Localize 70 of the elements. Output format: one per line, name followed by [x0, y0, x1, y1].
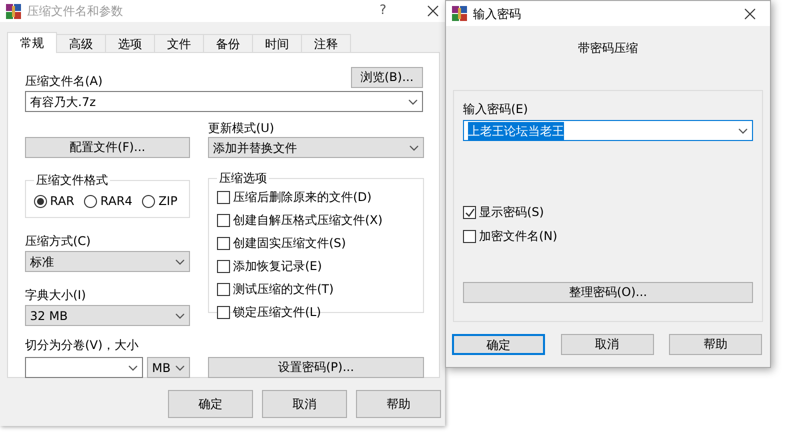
set-password-button[interactable]: 设置密码(P)...	[208, 357, 424, 378]
update-mode-dropdown[interactable]: 添加并替换文件	[208, 137, 424, 158]
chevron-down-icon	[128, 364, 138, 370]
checkbox-label: 创建自解压格式压缩文件(X)	[233, 212, 383, 229]
browse-button[interactable]: 浏览(B)...	[351, 67, 423, 88]
field-label: 输入密码(E)	[463, 102, 529, 116]
radio-button[interactable]	[34, 194, 47, 208]
group-title: 压缩文件格式	[34, 173, 110, 187]
dialog-button[interactable]: 帮助	[669, 334, 762, 355]
tab[interactable]: 备份	[203, 34, 253, 52]
compression-method-dropdown[interactable]: 标准	[25, 251, 190, 272]
tab[interactable]: 选项	[105, 34, 155, 52]
tab[interactable]: 时间	[252, 34, 302, 52]
checkbox-label: 创建固实压缩文件(S)	[233, 235, 346, 252]
dialog-button[interactable]: 确定	[452, 334, 545, 355]
dialog-button[interactable]: 确定	[168, 390, 253, 418]
chevron-down-icon	[408, 98, 418, 104]
checkbox[interactable]	[463, 206, 476, 218]
checkbox[interactable]	[217, 260, 230, 272]
chevron-down-icon	[175, 312, 185, 318]
dialog-button[interactable]: 帮助	[356, 390, 441, 418]
unit-dropdown[interactable]: MB	[147, 357, 190, 378]
chevron-down-icon	[409, 144, 419, 150]
checkbox-label: 锁定压缩文件(L)	[233, 304, 322, 321]
field-label: 压缩文件名(A)	[25, 74, 103, 88]
dialog-button[interactable]: 取消	[560, 334, 654, 355]
app-icon	[452, 6, 467, 21]
window-title: 压缩文件名和参数	[27, 3, 123, 20]
radio-label: ZIP	[158, 193, 178, 210]
checkbox-label: 显示密码(S)	[479, 204, 544, 221]
chevron-down-icon	[738, 128, 748, 134]
tab[interactable]: 常规	[7, 32, 57, 53]
checkbox[interactable]	[217, 236, 230, 250]
organize-passwords-button[interactable]: 整理密码(O)...	[463, 282, 753, 303]
chevron-down-icon	[175, 258, 185, 264]
field-label: 字典大小(I)	[25, 288, 87, 302]
checkbox-label: 测试压缩的文件(T)	[233, 281, 334, 298]
window-title: 输入密码	[473, 6, 521, 22]
checkbox-label: 加密文件名(N)	[479, 228, 558, 245]
checkbox[interactable]	[217, 214, 230, 226]
password-field[interactable]: 上老王论坛当老王	[463, 120, 753, 141]
app-icon	[6, 4, 21, 18]
checkbox[interactable]	[217, 282, 230, 296]
help-button[interactable]: ?	[375, 1, 391, 21]
chevron-down-icon	[175, 364, 185, 370]
field-label: 压缩方式(C)	[25, 234, 92, 248]
tab[interactable]: 高级	[56, 34, 106, 52]
dictionary-size-dropdown[interactable]: 32 MB	[25, 305, 190, 326]
checkbox[interactable]	[217, 190, 230, 204]
radio-button[interactable]	[84, 194, 98, 208]
check-icon	[464, 206, 476, 218]
profiles-button[interactable]: 配置文件(F)...	[25, 137, 190, 158]
close-icon[interactable]	[427, 5, 439, 17]
archive-name-field[interactable]: 有容乃大.7z	[25, 91, 423, 112]
field-label: 更新模式(U)	[208, 121, 276, 135]
field-label: 切分为分卷(V)，大小	[25, 338, 140, 352]
volume-size-field[interactable]	[25, 357, 143, 378]
checkbox-label: 压缩后删除原来的文件(D)	[233, 189, 372, 206]
radio-label: RAR4	[100, 193, 132, 210]
radio-button[interactable]	[142, 194, 156, 208]
close-icon[interactable]	[744, 8, 756, 20]
tab[interactable]: 注释	[301, 34, 351, 52]
checkbox[interactable]	[463, 230, 476, 242]
tab[interactable]: 文件	[154, 34, 204, 52]
group-title: 压缩选项	[217, 171, 269, 185]
dialog-button[interactable]: 取消	[262, 390, 347, 418]
checkbox[interactable]	[217, 306, 230, 318]
dialog-heading: 带密码压缩	[577, 40, 639, 57]
radio-label: RAR	[50, 193, 74, 210]
checkbox-label: 添加恢复记录(E)	[233, 258, 322, 275]
